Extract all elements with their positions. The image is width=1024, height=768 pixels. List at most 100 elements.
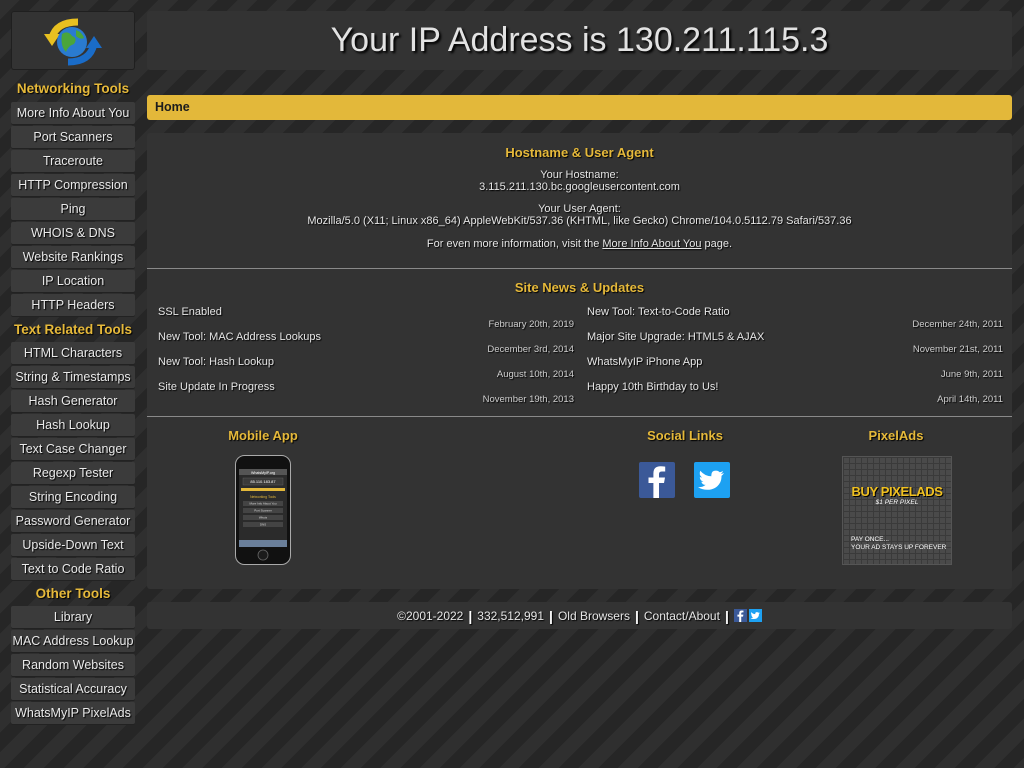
news-item: WhatsMyIP iPhone App June 9th, 2011 xyxy=(587,356,1003,381)
globe-arrows-icon xyxy=(44,18,102,65)
news-column-right: New Tool: Text-to-Code Ratio December 24… xyxy=(587,306,1003,406)
nav-ip-location[interactable]: IP Location xyxy=(11,270,135,292)
facebook-glyph xyxy=(648,466,666,498)
hostname-value: 3.115.211.130.bc.googleusercontent.com xyxy=(479,181,680,193)
nav-string-encoding[interactable]: String Encoding xyxy=(11,486,135,508)
nav-ping[interactable]: Ping xyxy=(11,198,135,220)
footer-twitter-icon[interactable] xyxy=(748,609,762,622)
nav-text-code-ratio[interactable]: Text to Code Ratio xyxy=(11,558,135,580)
nav-html-characters[interactable]: HTML Characters xyxy=(11,342,135,364)
footer-old-browsers-link[interactable]: Old Browsers xyxy=(558,609,630,623)
news-item: New Tool: Text-to-Code Ratio December 24… xyxy=(587,306,1003,331)
hostname-section-title: Hostname & User Agent xyxy=(505,145,654,160)
user-agent-label: Your User Agent: xyxy=(538,203,621,215)
other-tools-heading: Other Tools xyxy=(35,586,111,601)
footer-visitor-count: 332,512,991 xyxy=(477,608,545,623)
footer-separator: | xyxy=(634,607,639,624)
divider xyxy=(147,416,1012,417)
news-item-date: February 20th, 2019 xyxy=(488,319,574,330)
footer-separator: | xyxy=(468,607,473,624)
nav-hash-lookup[interactable]: Hash Lookup xyxy=(11,414,135,436)
nav-string-timestamps[interactable]: String & Timestamps xyxy=(11,366,135,388)
pixelads-banner[interactable]: BUY PIXELADS $1 PER PIXEL PAY ONCE... YO… xyxy=(842,456,952,565)
nav-hash-generator[interactable]: Hash Generator xyxy=(11,390,135,412)
text-tools-heading: Text Related Tools xyxy=(13,322,133,337)
news-item: Site Update In Progress November 19th, 2… xyxy=(158,381,574,406)
text-tools-list: HTML Characters String & Timestamps Hash… xyxy=(11,342,135,580)
twitter-glyph xyxy=(698,470,724,490)
more-info-suffix: page. xyxy=(701,238,733,250)
nav-website-rankings[interactable]: Website Rankings xyxy=(11,246,135,268)
phone-menu-item: Whois xyxy=(259,516,268,520)
main-panel: Hostname & User Agent Your Hostname: 3.1… xyxy=(147,133,1012,589)
pixelads-tagline-2: YOUR AD STAYS UP FOREVER xyxy=(851,544,947,551)
news-item-date: November 21st, 2011 xyxy=(912,344,1003,355)
footer-contact-link[interactable]: Contact/About xyxy=(644,609,720,623)
facebook-icon[interactable] xyxy=(639,462,675,498)
phone-app-name: WhatsMyIP.org xyxy=(251,471,275,475)
news-item: Major Site Upgrade: HTML5 & AJAX Novembe… xyxy=(587,331,1003,356)
nav-password-generator[interactable]: Password Generator xyxy=(11,510,135,532)
news-item-title[interactable]: New Tool: MAC Address Lookups xyxy=(158,331,321,343)
phone-section-title: Networking Tools xyxy=(250,495,276,499)
phone-menu-item: Port Scanner xyxy=(254,509,272,513)
news-item-date: April 14th, 2011 xyxy=(937,394,1003,405)
divider xyxy=(147,268,1012,269)
news-section-title: Site News & Updates xyxy=(514,280,645,295)
phone-ip-display: 85.110.183.87 xyxy=(250,479,276,484)
pixelads-price: $1 PER PIXEL xyxy=(875,499,919,506)
news-item: Happy 10th Birthday to Us! April 14th, 2… xyxy=(587,381,1003,406)
page-header: Your IP Address is 130.211.115.3 xyxy=(147,11,1012,70)
mobile-app-title: Mobile App xyxy=(228,428,298,443)
footer-separator: | xyxy=(724,607,729,624)
nav-whois-dns[interactable]: WHOIS & DNS xyxy=(11,222,135,244)
nav-port-scanners[interactable]: Port Scanners xyxy=(11,126,135,148)
news-item: New Tool: Hash Lookup August 10th, 2014 xyxy=(158,356,574,381)
site-logo[interactable] xyxy=(11,11,135,70)
pixelads-title: PixelAds xyxy=(868,428,924,443)
news-column-left: SSL Enabled February 20th, 2019 New Tool… xyxy=(158,306,574,406)
breadcrumb: Home xyxy=(147,95,1012,120)
news-item-date: August 10th, 2014 xyxy=(496,369,574,380)
news-item-title[interactable]: Site Update In Progress xyxy=(158,381,275,393)
phone-menu-item: More Info About You xyxy=(249,502,276,506)
nav-more-info[interactable]: More Info About You xyxy=(11,102,135,124)
pixelads-headline: BUY PIXELADS xyxy=(851,484,943,499)
nav-traceroute[interactable]: Traceroute xyxy=(11,150,135,172)
nav-text-case-changer[interactable]: Text Case Changer xyxy=(11,438,135,460)
hostname-section: Hostname & User Agent Your Hostname: 3.1… xyxy=(147,145,1012,250)
nav-mac-address-lookup[interactable]: MAC Address Lookup xyxy=(11,630,135,652)
footer-copyright: ©2001-2022 xyxy=(397,608,464,623)
news-item-title[interactable]: SSL Enabled xyxy=(158,306,222,318)
news-item-title[interactable]: WhatsMyIP iPhone App xyxy=(587,356,702,368)
news-item-date: November 19th, 2013 xyxy=(482,394,574,405)
nav-statistical-accuracy[interactable]: Statistical Accuracy xyxy=(11,678,135,700)
breadcrumb-home[interactable]: Home xyxy=(155,95,190,120)
phone-graphic: WhatsMyIP.org 85.110.183.87 Networking T… xyxy=(235,455,291,565)
news-item-title[interactable]: New Tool: Hash Lookup xyxy=(158,356,274,368)
nav-http-headers[interactable]: HTTP Headers xyxy=(11,294,135,316)
footer-facebook-icon[interactable] xyxy=(733,609,747,622)
nav-pixelads[interactable]: WhatsMyIP PixelAds xyxy=(11,702,135,724)
other-tools-list: Library MAC Address Lookup Random Websit… xyxy=(11,606,135,724)
nav-upside-down-text[interactable]: Upside-Down Text xyxy=(11,534,135,556)
news-item-date: December 24th, 2011 xyxy=(912,319,1003,330)
page-title: Your IP Address is 130.211.115.3 xyxy=(330,21,829,59)
footer-facebook-glyph xyxy=(737,610,744,622)
nav-random-websites[interactable]: Random Websites xyxy=(11,654,135,676)
nav-library[interactable]: Library xyxy=(11,606,135,628)
pixelads-tagline-1: PAY ONCE... xyxy=(851,536,889,543)
more-info-link[interactable]: More Info About You xyxy=(602,238,701,250)
news-item-title[interactable]: Happy 10th Birthday to Us! xyxy=(587,381,718,393)
user-agent-value: Mozilla/5.0 (X11; Linux x86_64) AppleWeb… xyxy=(307,215,852,227)
news-item-title[interactable]: New Tool: Text-to-Code Ratio xyxy=(587,306,730,318)
hostname-label: Your Hostname: xyxy=(540,169,619,181)
nav-http-compression[interactable]: HTTP Compression xyxy=(11,174,135,196)
more-info-sentence: For even more information, visit the Mor… xyxy=(147,238,1012,250)
news-item-date: June 9th, 2011 xyxy=(940,369,1003,380)
nav-regexp-tester[interactable]: Regexp Tester xyxy=(11,462,135,484)
twitter-icon[interactable] xyxy=(694,462,730,498)
news-item: New Tool: MAC Address Lookups December 3… xyxy=(158,331,574,356)
news-item-title[interactable]: Major Site Upgrade: HTML5 & AJAX xyxy=(587,331,764,343)
mobile-app-phone-image[interactable]: WhatsMyIP.org 85.110.183.87 Networking T… xyxy=(235,455,291,565)
